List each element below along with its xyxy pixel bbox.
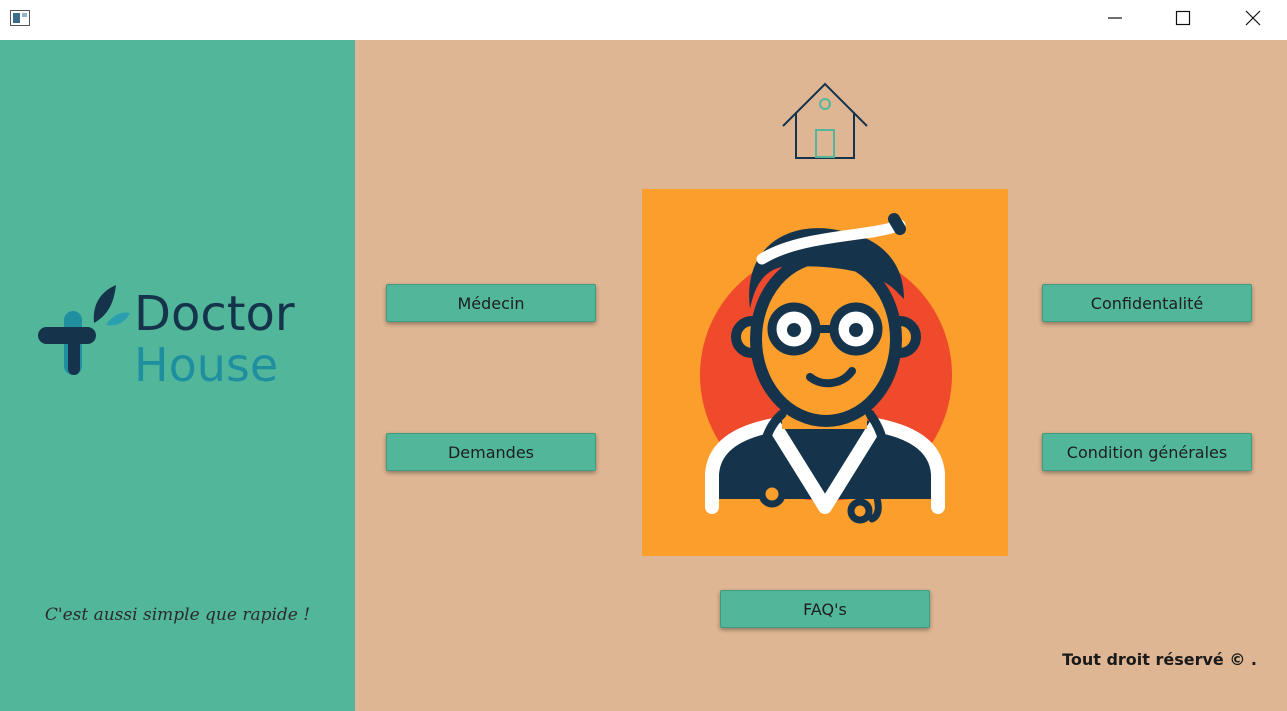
title-bar bbox=[0, 0, 1287, 40]
confidentialite-button[interactable]: Confidentalité bbox=[1042, 284, 1252, 322]
close-button[interactable] bbox=[1230, 0, 1276, 36]
medecin-button[interactable]: Médecin bbox=[386, 284, 596, 322]
minimize-icon bbox=[1108, 17, 1122, 19]
conditions-generales-button[interactable]: Condition générales bbox=[1042, 433, 1252, 471]
app-icon bbox=[10, 10, 30, 26]
sidebar: Doctor House C'est aussi simple que rapi… bbox=[0, 40, 355, 711]
demandes-button[interactable]: Demandes bbox=[386, 433, 596, 471]
doctor-avatar-icon bbox=[700, 213, 952, 524]
tagline: C'est aussi simple que rapide ! bbox=[44, 605, 311, 625]
logo-line2: House bbox=[134, 338, 278, 392]
minimize-button[interactable] bbox=[1092, 0, 1138, 36]
logo-line1: Doctor bbox=[134, 286, 295, 342]
medical-cross-icon bbox=[38, 285, 130, 375]
maximize-icon bbox=[1175, 10, 1191, 26]
home-icon bbox=[782, 82, 868, 159]
faq-button[interactable]: FAQ's bbox=[720, 590, 930, 628]
close-icon bbox=[1245, 10, 1261, 26]
maximize-button[interactable] bbox=[1160, 0, 1206, 36]
main-panel: Médecin Demandes Confidentalité Conditio… bbox=[355, 40, 1287, 711]
doctor-illustration bbox=[642, 189, 1008, 556]
copyright-text: Tout droit réservé © . bbox=[1062, 650, 1257, 669]
doctor-house-logo: Doctor House bbox=[38, 285, 295, 392]
